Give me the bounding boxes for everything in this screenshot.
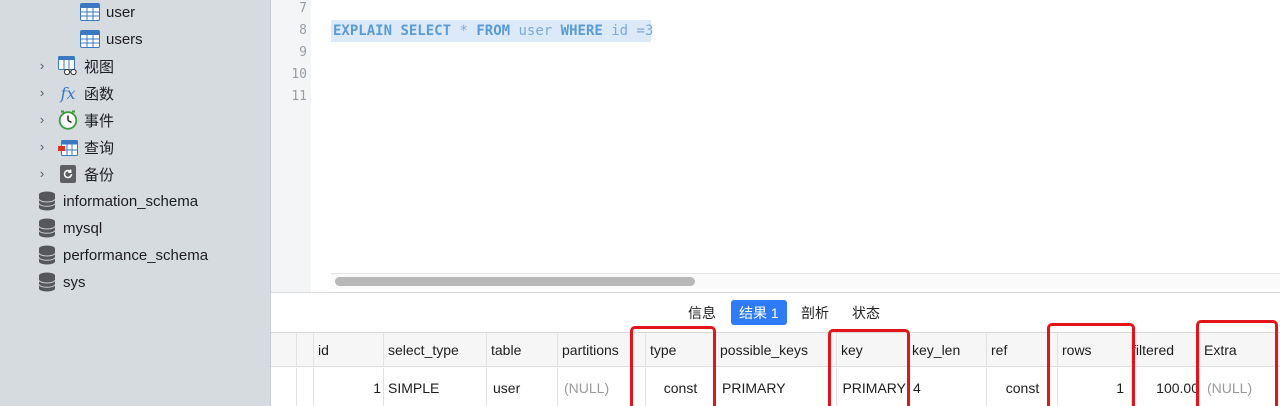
clock-icon	[58, 110, 78, 130]
views-icon	[58, 56, 78, 76]
line-number: 11	[291, 89, 307, 104]
cell-key[interactable]: PRIMARY	[836, 368, 908, 406]
column-header-key-len[interactable]: key_len	[907, 333, 987, 366]
cell-extra[interactable]: (NULL)	[1199, 368, 1280, 406]
cell-partitions[interactable]: (NULL)	[557, 368, 645, 406]
navigation-sidebar: user users › 视图 › fx 函数 › 事件 › 查询 › 备份 i…	[0, 0, 271, 406]
cell-possible-keys[interactable]: PRIMARY	[715, 368, 837, 406]
scrollbar-thumb[interactable]	[335, 277, 695, 286]
cell-type[interactable]: const	[645, 368, 715, 406]
tab-profile[interactable]: 剖析	[793, 300, 837, 325]
column-header-ref[interactable]: ref	[986, 333, 1058, 366]
column-header-key[interactable]: key	[836, 333, 908, 366]
tree-item-label: 事件	[84, 112, 115, 130]
column-header-extra[interactable]: Extra	[1199, 333, 1280, 366]
chevron-right-icon[interactable]: ›	[36, 133, 48, 159]
row-header	[271, 333, 297, 366]
database-icon	[37, 218, 57, 238]
tree-item-database[interactable]: mysql	[37, 215, 102, 241]
sql-statement[interactable]: EXPLAIN SELECT * FROM user WHERE id =3	[333, 22, 653, 40]
tree-item-database[interactable]: performance_schema	[37, 242, 208, 268]
cell-ref[interactable]: const	[986, 368, 1058, 406]
tree-item-table-users[interactable]: users	[80, 26, 143, 52]
tree-item-backups[interactable]: 备份	[58, 161, 114, 187]
result-grid[interactable]: id select_type table partitions type pos…	[271, 332, 1280, 406]
tree-item-label: information_schema	[63, 192, 199, 210]
line-number: 9	[299, 45, 307, 60]
cell-key-len[interactable]: 4	[907, 368, 987, 406]
column-header-filtered[interactable]: filtered	[1131, 333, 1199, 366]
tree-item-label: users	[106, 30, 143, 48]
query-icon	[58, 137, 78, 157]
tree-item-label: mysql	[63, 219, 103, 237]
cell-table[interactable]: user	[486, 368, 558, 406]
tree-item-label: sys	[63, 273, 86, 291]
sql-keyword: WHERE	[560, 23, 603, 39]
line-number: 8	[299, 23, 307, 38]
tree-item-label: performance_schema	[63, 246, 209, 264]
sql-keyword: SELECT	[400, 23, 452, 39]
table-row[interactable]: 1 SIMPLE user (NULL) const PRIMARY PRIMA…	[271, 368, 1280, 406]
sql-table-name: user	[518, 23, 553, 39]
table-icon	[80, 29, 100, 49]
column-header-type[interactable]: type	[645, 333, 715, 366]
tree-item-functions[interactable]: fx 函数	[58, 80, 115, 106]
chevron-right-icon[interactable]: ›	[36, 79, 48, 105]
tab-result-1[interactable]: 结果 1	[731, 300, 787, 325]
cell-select-type[interactable]: SIMPLE	[383, 368, 487, 406]
database-icon	[37, 272, 57, 292]
tab-status[interactable]: 状态	[844, 300, 888, 325]
database-icon	[37, 191, 57, 211]
column-header-select-type[interactable]: select_type	[383, 333, 487, 366]
sql-keyword: FROM	[476, 23, 511, 39]
result-tab-bar: 信息 结果 1 剖析 状态	[271, 292, 1280, 332]
tree-item-database[interactable]: information_schema	[37, 188, 198, 214]
cell-rows[interactable]: 1	[1057, 368, 1132, 406]
line-number: 7	[299, 1, 307, 16]
tree-item-label: 函数	[84, 85, 115, 103]
cell-filtered[interactable]: 100.00	[1131, 368, 1199, 406]
table-icon	[80, 2, 100, 22]
sql-keyword: EXPLAIN	[333, 23, 393, 39]
column-header-id[interactable]: id	[313, 333, 385, 366]
tree-item-database[interactable]: sys	[37, 269, 86, 295]
function-icon: fx	[60, 83, 76, 103]
column-header-table[interactable]: table	[486, 333, 558, 366]
tree-item-views[interactable]: 视图	[58, 53, 114, 79]
cell-id[interactable]: 1	[313, 368, 385, 406]
tab-info[interactable]: 信息	[680, 300, 724, 325]
tree-item-queries[interactable]: 查询	[58, 134, 114, 160]
sql-token: *	[459, 23, 468, 39]
backup-icon	[58, 164, 78, 184]
tree-item-label: 视图	[84, 58, 115, 76]
line-number: 10	[291, 67, 307, 82]
sql-editor[interactable]: 7 8 9 10 11 EXPLAIN SELECT * FROM user W…	[271, 0, 1280, 292]
chevron-right-icon[interactable]: ›	[36, 106, 48, 132]
sql-condition: id =3	[611, 23, 654, 39]
tree-item-label: 备份	[84, 166, 115, 184]
column-header-rows[interactable]: rows	[1057, 333, 1132, 366]
grid-header-row: id select_type table partitions type pos…	[271, 333, 1280, 367]
chevron-right-icon[interactable]: ›	[36, 52, 48, 78]
chevron-right-icon[interactable]: ›	[36, 160, 48, 186]
tree-item-label: 查询	[84, 139, 115, 157]
column-header-partitions[interactable]: partitions	[557, 333, 645, 366]
tree-item-label: user	[106, 3, 136, 21]
database-icon	[37, 245, 57, 265]
row-header	[271, 368, 297, 406]
line-number-gutter: 7 8 9 10 11	[271, 0, 311, 292]
tree-item-table-user[interactable]: user	[80, 0, 135, 25]
column-header-possible-keys[interactable]: possible_keys	[715, 333, 837, 366]
tree-item-events[interactable]: 事件	[58, 107, 114, 133]
